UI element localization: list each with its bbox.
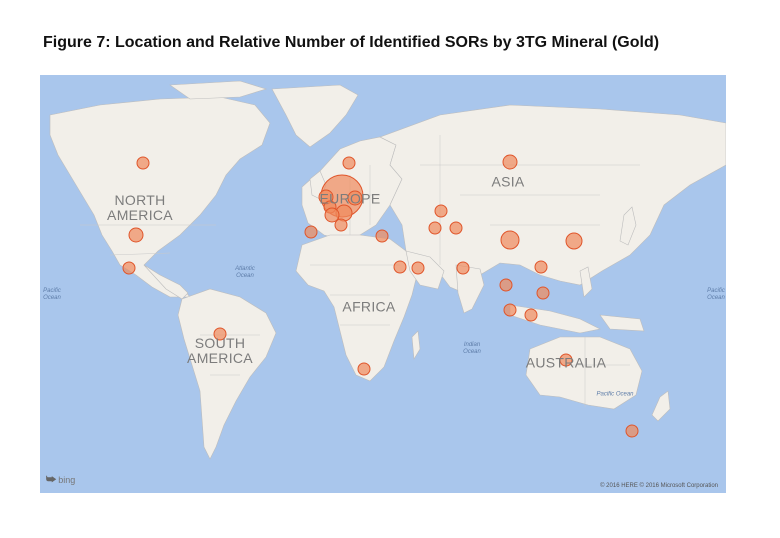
sor-marker-25[interactable] (499, 278, 513, 292)
south-america-land (177, 288, 277, 460)
sor-marker-30[interactable] (357, 362, 371, 376)
sor-marker-22[interactable] (500, 230, 520, 250)
greenland (271, 84, 359, 148)
land-masses (49, 80, 726, 460)
sor-marker-15[interactable] (434, 204, 448, 218)
sor-marker-1[interactable] (136, 156, 150, 170)
sor-marker-3[interactable] (122, 261, 136, 275)
bing-logo[interactable]: ⮩ bing (46, 474, 75, 487)
sor-marker-21[interactable] (502, 154, 518, 170)
sor-marker-17[interactable] (449, 221, 463, 235)
sor-marker-24[interactable] (534, 260, 548, 274)
continent-label-australia: AUSTRALIA (525, 354, 607, 371)
bing-brand-text: bing (58, 475, 76, 485)
figure-title: Figure 7: Location and Relative Number o… (43, 34, 660, 51)
bing-b-icon: ⮩ (46, 474, 57, 486)
continent-label-asia: ASIA (491, 173, 525, 190)
sor-marker-18[interactable] (393, 260, 407, 274)
sor-marker-23[interactable] (565, 232, 583, 250)
ocean-label-pacific-right: Pacific Ocean (707, 288, 725, 301)
new-guinea (599, 314, 645, 332)
sor-marker-27[interactable] (503, 303, 517, 317)
new-zealand (651, 390, 671, 422)
ocean-label-indian: Indian Ocean (463, 342, 481, 355)
sor-marker-13[interactable] (304, 225, 318, 239)
continent-label-africa: AFRICA (342, 298, 396, 315)
map-attribution: © 2016 HERE © 2016 Microsoft Corporation (600, 483, 718, 489)
map-canvas (49, 80, 726, 460)
sor-marker-26[interactable] (536, 286, 550, 300)
ocean-label-pacific-south: Pacific Ocean (596, 391, 634, 398)
sor-marker-20[interactable] (456, 261, 470, 275)
continent-label-south-america: SOUTH AMERICA (187, 335, 253, 366)
sor-marker-2[interactable] (128, 227, 144, 243)
indonesia (509, 304, 601, 334)
arctic-islands (169, 80, 268, 100)
sor-marker-31[interactable] (625, 424, 639, 438)
sor-marker-5[interactable] (342, 156, 356, 170)
sor-marker-12[interactable] (334, 218, 348, 232)
ocean-label-pacific-left: Pacific Ocean (43, 288, 61, 301)
sor-marker-19[interactable] (411, 261, 425, 275)
continent-label-north-america: NORTH AMERICA (107, 192, 173, 223)
world-map[interactable]: NORTH AMERICA SOUTH AMERICA EUROPE AFRIC… (40, 75, 726, 493)
continent-label-europe: EUROPE (319, 190, 381, 207)
madagascar (411, 330, 421, 360)
sor-marker-16[interactable] (428, 221, 442, 235)
sor-marker-28[interactable] (524, 308, 538, 322)
sor-marker-14[interactable] (375, 229, 389, 243)
sor-marker-10[interactable] (324, 207, 340, 223)
ocean-label-atlantic: Atlantic Ocean (235, 266, 255, 279)
